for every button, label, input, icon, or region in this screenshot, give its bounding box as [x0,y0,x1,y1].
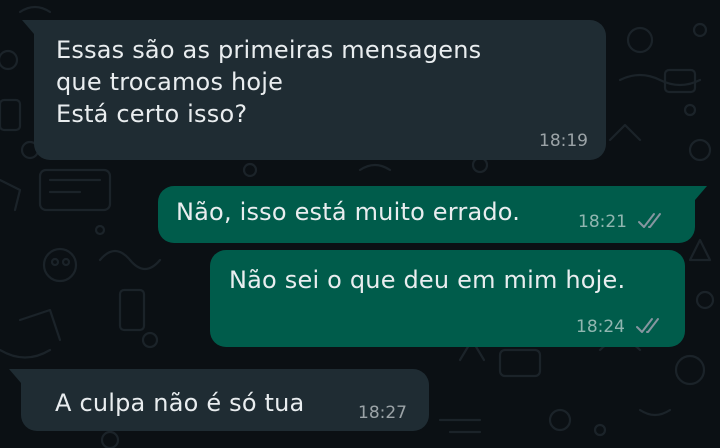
message-time: 18:27 [358,403,407,423]
message-text: Essas são as primeiras mensagens que tro… [56,36,482,128]
message-bubble-outgoing[interactable]: Não, isso está muito errado. 18:21 [158,186,707,243]
bubble-tail [695,186,707,200]
message-time: 18:24 [576,317,625,337]
message-text: Não sei o que deu em mim hoje. [229,266,626,294]
message-time: 18:21 [578,212,627,232]
bubble-tail [22,20,34,34]
double-check-icon [636,318,659,333]
message-text: Não, isso está muito errado. [176,198,521,226]
message-bubble-incoming[interactable]: Essas são as primeiras mensagens que tro… [22,20,606,160]
message-time: 18:19 [539,131,588,151]
double-check-icon [638,213,661,228]
bubble-tail [9,369,21,383]
message-bubble-outgoing[interactable]: Não sei o que deu em mim hoje. 18:24 [210,250,685,347]
message-text: A culpa não é só tua [55,389,305,417]
message-bubble-incoming[interactable]: A culpa não é só tua 18:27 [9,369,429,431]
